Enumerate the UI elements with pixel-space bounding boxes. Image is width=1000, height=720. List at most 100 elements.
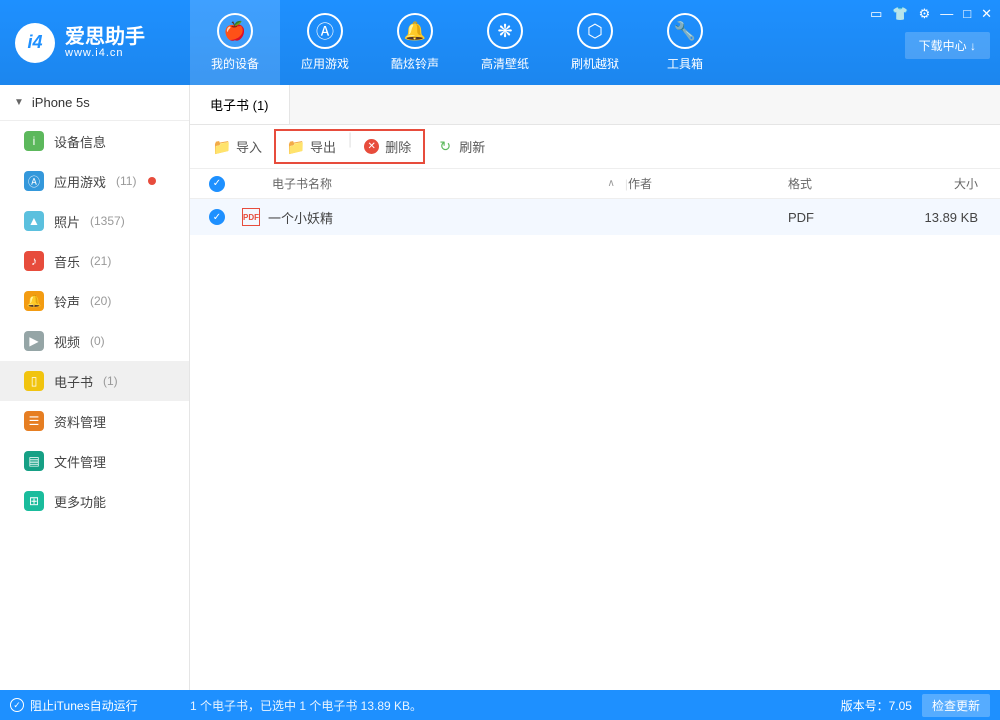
chevron-down-icon: ▼ xyxy=(14,97,24,108)
button-label: 刷新 xyxy=(459,137,485,156)
sidebar-item-ringtones[interactable]: 🔔 铃声 (20) xyxy=(0,281,189,321)
sidebar-item-label: 应用游戏 xyxy=(54,172,106,191)
video-icon: ▶ xyxy=(24,331,44,351)
status-bar: ✓ 阻止iTunes自动运行 1 个电子书，已选中 1 个电子书 13.89 K… xyxy=(0,690,1000,720)
nav-ringtones[interactable]: 🔔 酷炫铃声 xyxy=(370,0,460,85)
sidebar-item-apps[interactable]: Ⓐ 应用游戏 (11) xyxy=(0,161,189,201)
main-content: 电子书 (1) 📁 导入 📁 导出 | ✕ 删除 ↻ 刷新 xyxy=(190,85,1000,690)
maximize-icon[interactable]: □ xyxy=(963,6,971,22)
nav-label: 酷炫铃声 xyxy=(391,55,439,72)
column-size[interactable]: 大小 xyxy=(898,175,988,192)
feedback-icon[interactable]: ▭ xyxy=(870,6,882,22)
sidebar-item-ebooks[interactable]: ▯ 电子书 (1) xyxy=(0,361,189,401)
sidebar-item-label: 照片 xyxy=(54,212,80,231)
minimize-icon[interactable]: — xyxy=(940,6,953,22)
skin-icon[interactable]: 👕 xyxy=(892,6,908,22)
nav-apps[interactable]: Ⓐ 应用游戏 xyxy=(280,0,370,85)
nav-label: 高清壁纸 xyxy=(481,55,529,72)
apple-icon: 🍎 xyxy=(217,13,253,49)
info-icon: i xyxy=(24,131,44,151)
sidebar-item-label: 设备信息 xyxy=(54,132,106,151)
itunes-block-toggle[interactable]: ✓ 阻止iTunes自动运行 xyxy=(10,697,190,714)
itunes-label: 阻止iTunes自动运行 xyxy=(30,697,138,714)
tab-ebooks[interactable]: 电子书 (1) xyxy=(190,85,290,124)
device-name: iPhone 5s xyxy=(32,95,90,110)
folder-out-icon: 📁 xyxy=(288,139,304,155)
column-author[interactable]: 作者 xyxy=(628,175,788,192)
status-text: 1 个电子书，已选中 1 个电子书 13.89 KB。 xyxy=(190,697,841,714)
settings-icon[interactable]: ⚙ xyxy=(919,6,931,22)
import-button[interactable]: 📁 导入 xyxy=(202,131,274,162)
count-badge: (1357) xyxy=(90,214,125,228)
count-badge: (11) xyxy=(116,174,136,188)
refresh-icon: ↻ xyxy=(437,139,453,155)
button-label: 导出 xyxy=(310,137,336,156)
count-badge: (1) xyxy=(103,374,118,388)
row-format-cell: PDF xyxy=(788,210,898,225)
apps-icon: Ⓐ xyxy=(307,13,343,49)
button-label: 导入 xyxy=(236,137,262,156)
box-icon: ⬡ xyxy=(577,13,613,49)
apps-icon: Ⓐ xyxy=(24,171,44,191)
nav-wallpaper[interactable]: ❋ 高清壁纸 xyxy=(460,0,550,85)
nav-label: 刷机越狱 xyxy=(571,55,619,72)
app-title: 爱思助手 xyxy=(65,27,145,47)
nav-jailbreak[interactable]: ⬡ 刷机越狱 xyxy=(550,0,640,85)
sidebar-item-device-info[interactable]: i 设备信息 xyxy=(0,121,189,161)
check-circle-icon: ✓ xyxy=(10,698,24,712)
nav-my-device[interactable]: 🍎 我的设备 xyxy=(190,0,280,85)
file-icon: ▤ xyxy=(24,451,44,471)
sidebar-item-label: 铃声 xyxy=(54,292,80,311)
device-selector[interactable]: ▼ iPhone 5s xyxy=(0,85,189,121)
wrench-icon: 🔧 xyxy=(667,13,703,49)
sidebar-item-files[interactable]: ▤ 文件管理 xyxy=(0,441,189,481)
nav-label: 我的设备 xyxy=(211,55,259,72)
check-update-button[interactable]: 检查更新 xyxy=(922,694,990,717)
sidebar-item-label: 更多功能 xyxy=(54,492,106,511)
row-name-cell: PDF 一个小妖精 xyxy=(232,208,628,227)
column-label: 电子书名称 xyxy=(272,175,332,192)
sidebar-item-music[interactable]: ♪ 音乐 (21) xyxy=(0,241,189,281)
highlight-annotation: 📁 导出 | ✕ 删除 xyxy=(274,129,425,164)
download-center-button[interactable]: 下载中心 ↓ xyxy=(905,32,990,59)
photo-icon: ▲ xyxy=(24,211,44,231)
row-size-cell: 13.89 KB xyxy=(898,210,988,225)
logo-area: i4 爱思助手 www.i4.cn xyxy=(0,0,190,85)
sidebar: ▼ iPhone 5s i 设备信息 Ⓐ 应用游戏 (11) ▲ 照片 (135… xyxy=(0,85,190,690)
refresh-button[interactable]: ↻ 刷新 xyxy=(425,131,497,162)
nav-label: 工具箱 xyxy=(667,55,703,72)
select-all-checkbox[interactable]: ✓ xyxy=(202,176,232,192)
count-badge: (21) xyxy=(90,254,111,268)
version-label: 版本号：7.05 xyxy=(841,697,912,714)
table-row[interactable]: ✓ PDF 一个小妖精 PDF 13.89 KB xyxy=(190,199,1000,235)
sidebar-item-label: 电子书 xyxy=(54,372,93,391)
music-icon: ♪ xyxy=(24,251,44,271)
sidebar-item-label: 音乐 xyxy=(54,252,80,271)
window-controls: ▭ 👕 ⚙ — □ ✕ xyxy=(870,6,992,22)
app-url: www.i4.cn xyxy=(65,47,145,59)
delete-button[interactable]: ✕ 删除 xyxy=(352,131,423,162)
check-icon: ✓ xyxy=(209,176,225,192)
bell-icon: 🔔 xyxy=(24,291,44,311)
count-badge: (0) xyxy=(90,334,105,348)
sidebar-item-video[interactable]: ▶ 视频 (0) xyxy=(0,321,189,361)
ebook-name: 一个小妖精 xyxy=(268,208,333,227)
sidebar-item-photos[interactable]: ▲ 照片 (1357) xyxy=(0,201,189,241)
row-checkbox[interactable]: ✓ xyxy=(202,209,232,225)
sidebar-item-more[interactable]: ⊞ 更多功能 xyxy=(0,481,189,521)
logo-text: 爱思助手 www.i4.cn xyxy=(65,27,145,59)
app-header: i4 爱思助手 www.i4.cn 🍎 我的设备 Ⓐ 应用游戏 🔔 酷炫铃声 ❋… xyxy=(0,0,1000,85)
export-button[interactable]: 📁 导出 xyxy=(276,131,348,162)
notification-dot-icon xyxy=(148,177,156,185)
close-icon[interactable]: ✕ xyxy=(981,6,992,22)
column-format[interactable]: 格式 xyxy=(788,175,898,192)
grid-icon: ⊞ xyxy=(24,491,44,511)
tab-bar: 电子书 (1) xyxy=(190,85,1000,125)
book-icon: ▯ xyxy=(24,371,44,391)
folder-in-icon: 📁 xyxy=(214,139,230,155)
nav-toolbox[interactable]: 🔧 工具箱 xyxy=(640,0,730,85)
column-name[interactable]: 电子书名称 ∧ | xyxy=(232,175,628,192)
footer-right: 版本号：7.05 检查更新 xyxy=(841,694,990,717)
count-badge: (20) xyxy=(90,294,111,308)
sidebar-item-data[interactable]: ☰ 资料管理 xyxy=(0,401,189,441)
